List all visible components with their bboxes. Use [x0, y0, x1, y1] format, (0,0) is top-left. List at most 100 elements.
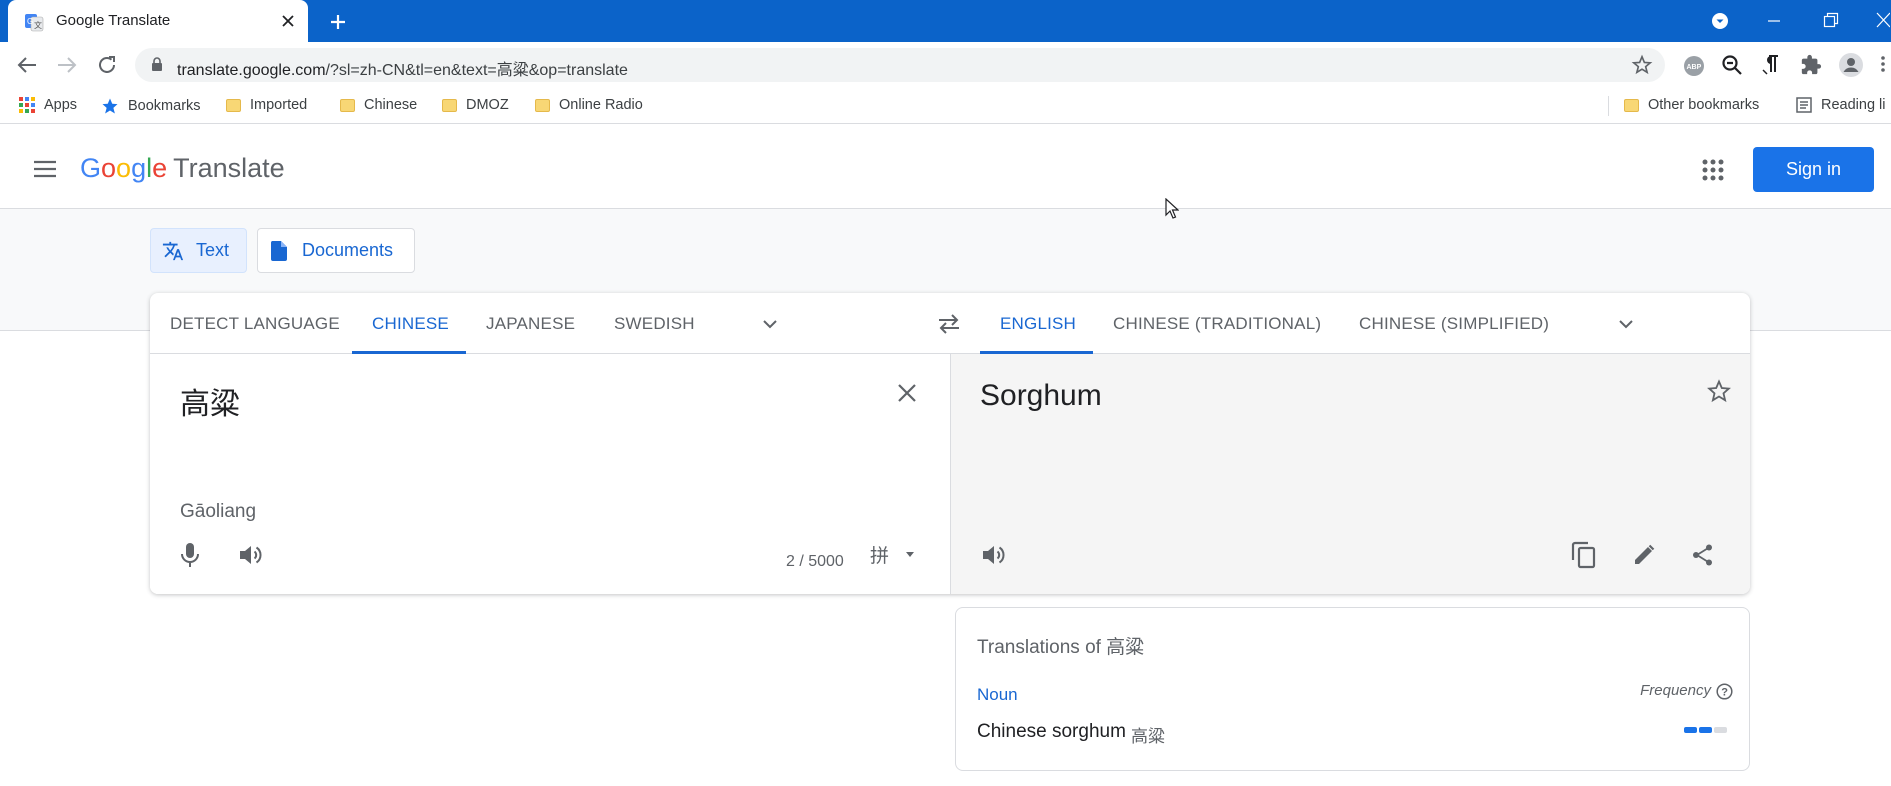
document-icon	[270, 240, 288, 262]
frequency-help-icon[interactable]: ?	[1716, 683, 1733, 700]
bookmarks-bar: Apps Bookmarks Imported Chinese DMOZ Onl…	[0, 88, 1891, 124]
source-lang-detect[interactable]: DETECT LANGUAGE	[170, 314, 340, 334]
svg-text:?: ?	[1721, 687, 1728, 699]
back-icon[interactable]	[16, 55, 38, 75]
source-lang-japanese[interactable]: JAPANESE	[486, 314, 575, 334]
bookmark-chinese[interactable]: Chinese	[340, 97, 417, 113]
documents-mode-label: Documents	[302, 240, 394, 260]
frequency-bar	[1699, 727, 1712, 733]
more-menu-icon[interactable]	[1880, 54, 1886, 74]
reading-list-icon	[1796, 97, 1812, 113]
close-window-icon[interactable]	[1876, 11, 1890, 29]
profile-avatar-icon[interactable]	[1839, 53, 1863, 77]
copy-translation-icon[interactable]	[1571, 541, 1597, 569]
google-apps-icon[interactable]	[1702, 159, 1724, 181]
folder-icon	[535, 98, 550, 112]
product-name: Translate	[173, 153, 285, 183]
bookmark-dmoz[interactable]: DMOZ	[442, 97, 509, 113]
bookmark-imported[interactable]: Imported	[226, 97, 307, 113]
translations-panel: Translations of 高粱 Noun Frequency ? Chin…	[955, 607, 1750, 771]
bookmark-label: Bookmarks	[128, 98, 201, 114]
source-text-input[interactable]: 高粱	[180, 379, 240, 423]
frequency-bars	[1684, 727, 1727, 733]
bookmark-label: Imported	[250, 97, 308, 113]
logo-letter: G	[80, 153, 102, 183]
source-lang-swedish[interactable]: SWEDISH	[614, 314, 695, 334]
sign-in-button[interactable]: Sign in	[1753, 147, 1874, 192]
forward-icon[interactable]	[56, 55, 78, 75]
translate-card: DETECT LANGUAGE CHINESE JAPANESE SWEDISH…	[150, 293, 1750, 594]
pilcrow-extension-icon[interactable]	[1761, 54, 1781, 76]
tab-title: Google Translate	[56, 12, 171, 29]
text-mode-label: Text	[196, 240, 230, 260]
restore-icon[interactable]	[1823, 12, 1839, 28]
reload-icon[interactable]	[96, 54, 118, 76]
bookmark-label: Reading li	[1821, 97, 1886, 113]
new-tab-icon[interactable]	[326, 10, 350, 34]
svg-text:G: G	[27, 17, 33, 26]
bookmark-bookmarks[interactable]: Bookmarks	[101, 97, 201, 115]
bookmark-label: DMOZ	[466, 97, 509, 113]
source-pane[interactable]: 高粱 Gāoliang 2 / 5000 拼	[150, 354, 950, 594]
target-lang-more-icon[interactable]	[1617, 315, 1635, 333]
folder-icon	[340, 98, 355, 112]
translate-icon	[162, 240, 184, 262]
target-lang-english[interactable]: ENGLISH	[1000, 314, 1076, 334]
tab-search-icon[interactable]	[1711, 12, 1729, 30]
listen-translation-icon[interactable]	[981, 543, 1007, 567]
bookmark-other-bookmarks[interactable]: Other bookmarks	[1624, 97, 1759, 113]
text-mode-button[interactable]: Text	[150, 228, 247, 273]
lock-icon[interactable]	[151, 57, 163, 72]
blue-star-icon	[101, 97, 119, 115]
translations-header: Translations of 高粱	[977, 637, 1145, 658]
frequency-bar	[1684, 727, 1697, 733]
google-translate-logo[interactable]: Google Translate	[80, 153, 285, 184]
target-lang-chinese-simplified[interactable]: CHINESE (SIMPLIFIED)	[1359, 314, 1549, 334]
target-lang-chinese-traditional[interactable]: CHINESE (TRADITIONAL)	[1113, 314, 1321, 334]
browser-toolbar: translate.google.com/?sl=zh-CN&tl=en&tex…	[0, 42, 1891, 88]
folder-icon	[1624, 98, 1639, 112]
close-tab-icon[interactable]	[278, 11, 298, 31]
extensions-puzzle-icon[interactable]	[1800, 54, 1822, 76]
save-translation-star-icon[interactable]	[1707, 379, 1731, 403]
bookmark-apps[interactable]: Apps	[19, 97, 77, 113]
bookmark-label: Apps	[44, 97, 78, 113]
listen-source-icon[interactable]	[238, 543, 264, 567]
adblock-extension-icon[interactable]: ABP	[1683, 55, 1705, 77]
source-transliteration: Gāoliang	[180, 501, 257, 522]
browser-tab[interactable]: G文 Google Translate	[8, 0, 308, 42]
bookmark-label: Chinese	[364, 97, 418, 113]
address-bar[interactable]: translate.google.com/?sl=zh-CN&tl=en&tex…	[135, 48, 1665, 82]
documents-mode-button[interactable]: Documents	[257, 228, 415, 273]
clear-source-icon[interactable]	[896, 382, 918, 404]
minimize-icon[interactable]	[1766, 19, 1782, 23]
logo-letter: o	[101, 153, 117, 183]
input-tools-icon[interactable]: 拼	[870, 544, 918, 566]
apps-grid-icon	[19, 97, 35, 113]
translated-text: Sorghum	[980, 379, 1102, 412]
edit-translation-icon[interactable]	[1632, 543, 1656, 567]
part-of-speech: Noun	[977, 685, 1018, 704]
share-translation-icon[interactable]	[1691, 543, 1715, 567]
microphone-icon[interactable]	[180, 542, 200, 568]
frequency-bar	[1714, 727, 1727, 733]
source-lang-chinese[interactable]: CHINESE	[372, 314, 449, 334]
reverse-translation[interactable]: 高粱	[1131, 722, 1165, 747]
target-pane: Sorghum	[950, 354, 1750, 594]
url-text: translate.google.com/?sl=zh-CN&tl=en&tex…	[177, 62, 628, 79]
translation-word[interactable]: Chinese sorghum	[977, 721, 1126, 743]
source-lang-more-icon[interactable]	[761, 315, 779, 333]
bookmark-online-radio[interactable]: Online Radio	[535, 97, 643, 113]
zoom-icon[interactable]	[1721, 54, 1743, 76]
logo-letter: e	[152, 153, 168, 183]
svg-text:文: 文	[34, 20, 42, 30]
bookmark-label: Other bookmarks	[1648, 97, 1760, 113]
reading-list[interactable]: Reading li	[1796, 97, 1886, 113]
svg-text:ABP: ABP	[1687, 64, 1702, 71]
main-menu-icon[interactable]	[33, 159, 57, 179]
folder-icon	[226, 98, 241, 112]
svg-text:拼: 拼	[870, 545, 889, 566]
bookmark-star-icon[interactable]	[1631, 54, 1653, 76]
swap-languages-icon[interactable]	[937, 313, 961, 335]
logo-letter: o	[116, 153, 132, 183]
